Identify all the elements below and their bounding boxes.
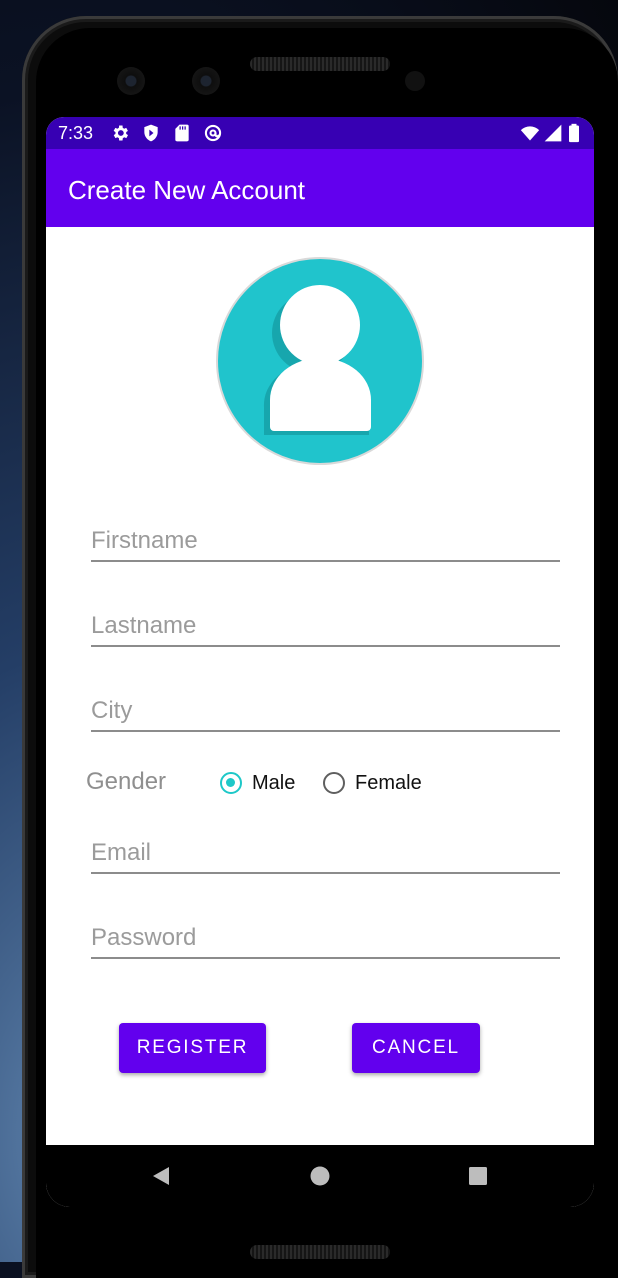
city-underline bbox=[91, 730, 560, 732]
city-field bbox=[91, 692, 560, 732]
lastname-input[interactable] bbox=[91, 607, 560, 645]
city-input[interactable] bbox=[91, 692, 560, 730]
gender-option-label: Male bbox=[252, 771, 296, 794]
front-camera bbox=[117, 67, 145, 95]
at-sign-icon bbox=[204, 124, 222, 142]
lastname-underline bbox=[91, 645, 560, 647]
gender-option-label: Female bbox=[355, 771, 422, 794]
email-field bbox=[91, 834, 560, 874]
cancel-button[interactable]: CANCEL bbox=[352, 1023, 480, 1073]
email-underline bbox=[91, 872, 560, 874]
sd-card-icon bbox=[175, 124, 189, 142]
shield-icon bbox=[144, 124, 158, 142]
proximity-sensor bbox=[405, 71, 425, 91]
firstname-input[interactable] bbox=[91, 522, 560, 560]
recents-icon[interactable] bbox=[467, 1165, 489, 1187]
email-input[interactable] bbox=[91, 834, 560, 872]
password-input[interactable] bbox=[91, 919, 560, 957]
password-underline bbox=[91, 957, 560, 959]
back-icon[interactable] bbox=[150, 1165, 172, 1187]
firstname-underline bbox=[91, 560, 560, 562]
firstname-field bbox=[91, 522, 560, 562]
page-title: Create New Account bbox=[68, 175, 306, 205]
bottom-speaker bbox=[250, 1245, 390, 1259]
radio-selected-icon bbox=[220, 772, 242, 794]
navigation-bar bbox=[46, 1145, 594, 1207]
battery-icon bbox=[569, 123, 579, 143]
earpiece-speaker bbox=[250, 57, 390, 71]
gender-radio-male[interactable]: Male bbox=[220, 769, 295, 797]
status-bar: 7:33 bbox=[46, 117, 594, 149]
home-icon[interactable] bbox=[309, 1165, 331, 1187]
front-sensor bbox=[192, 67, 220, 95]
wifi-icon bbox=[520, 126, 540, 141]
gear-icon bbox=[113, 125, 128, 141]
user-avatar-icon[interactable] bbox=[216, 257, 424, 465]
gender-label: Gender bbox=[86, 768, 167, 795]
status-time: 7:33 bbox=[58, 123, 94, 143]
password-field bbox=[91, 919, 560, 959]
app-bar: Create New Account bbox=[46, 149, 594, 227]
gender-radio-female[interactable]: Female bbox=[323, 769, 422, 797]
lastname-field bbox=[91, 607, 560, 647]
signal-icon bbox=[544, 124, 562, 142]
screen: 7:33 Create New Account Gender Male F bbox=[46, 117, 594, 1207]
radio-unselected-icon bbox=[323, 772, 345, 794]
register-button[interactable]: REGISTER bbox=[119, 1023, 266, 1073]
